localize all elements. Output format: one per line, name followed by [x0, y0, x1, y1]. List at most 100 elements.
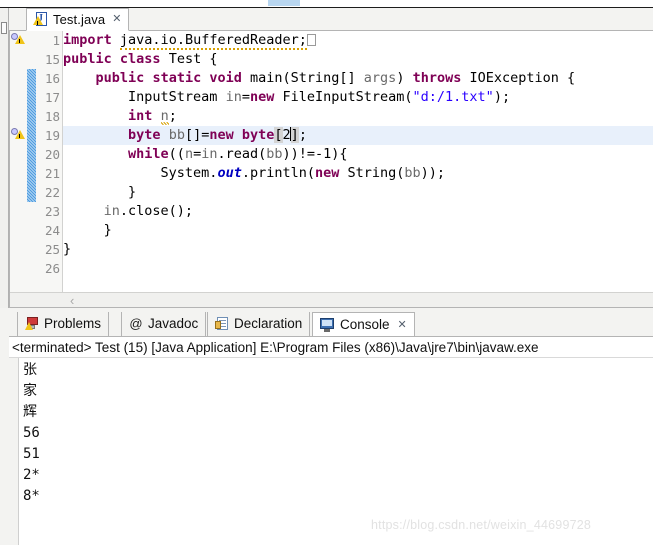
code-token: (( [168, 146, 185, 162]
code-line[interactable]: public static void main(String[] args) t… [63, 69, 576, 88]
console-output-line: 辉 [23, 404, 37, 420]
tab-label: Console [340, 316, 390, 332]
line-number: 23 [44, 204, 60, 219]
tab-problems[interactable]: Problems [17, 312, 110, 336]
code-token: while [128, 146, 169, 162]
code-token: static [152, 70, 202, 86]
code-line[interactable]: while((n=in.read(bb))!=-1){ [63, 145, 348, 164]
code-token: n [184, 146, 194, 162]
code-line[interactable]: } [63, 221, 112, 240]
code-line[interactable]: byte bb[]=new byte[2]; [63, 126, 307, 145]
line-number: 17 [44, 90, 60, 105]
bottom-view-stack: Problems @ Javadoc Declaration Console ✕ [9, 312, 653, 545]
window-top-strip [0, 0, 653, 8]
code-token: } [63, 184, 137, 200]
code-token: Test { [160, 51, 218, 67]
code-token: out [217, 165, 242, 181]
console-output-line: 51 [23, 446, 40, 462]
code-token: } [63, 241, 72, 257]
warning-marker-icon[interactable] [11, 127, 26, 142]
editor-tab-bar: J Test.java ✕ [9, 8, 653, 31]
java-file-warning-icon: J [33, 12, 48, 27]
line-number: 19 [44, 128, 60, 143]
code-text-area[interactable]: import java.io.BufferedReader; public cla… [63, 31, 653, 292]
scroll-left-icon[interactable]: ‹ [70, 294, 74, 307]
code-token: .read( [217, 146, 267, 162]
left-fast-view-rail[interactable] [0, 8, 9, 308]
code-token: bb [404, 165, 421, 181]
code-line[interactable]: } [63, 183, 136, 202]
code-token: in [225, 89, 242, 105]
code-token: in [103, 203, 120, 219]
code-token: bb [168, 127, 185, 143]
code-token: [ [274, 127, 283, 143]
annotation-ruler[interactable] [10, 31, 27, 292]
code-line[interactable]: } [63, 240, 71, 259]
code-token: []= [184, 127, 210, 143]
console-gutter [9, 358, 19, 545]
code-token: FileInputStream( [274, 89, 413, 105]
code-token: bb [266, 146, 283, 162]
code-token: String( [339, 165, 405, 181]
code-token: = [241, 89, 250, 105]
code-token: IOException { [461, 70, 576, 86]
code-token: int [128, 108, 153, 124]
console-output[interactable]: 张家辉 56 51 2* 8* [23, 360, 623, 507]
editor-horizontal-scrollbar[interactable]: ‹ [10, 292, 653, 308]
tab-console[interactable]: Console ✕ [312, 312, 415, 336]
tab-javadoc[interactable]: @ Javadoc [121, 312, 207, 336]
code-token: new [249, 89, 275, 105]
editor-tab-label: Test.java [53, 12, 106, 27]
code-line[interactable]: int n; [63, 107, 177, 126]
tab-declaration[interactable]: Declaration [207, 312, 311, 336]
bottom-view-tab-bar: Problems @ Javadoc Declaration Console ✕ [9, 312, 653, 336]
close-icon[interactable]: ✕ [398, 318, 407, 331]
line-number: 26 [44, 261, 60, 276]
code-line[interactable]: System.out.println(new String(bb)); [63, 164, 446, 183]
eclipse-window: J Test.java ✕ 1 15 16 17 18 19 20 21 22 … [0, 0, 653, 545]
code-token: n [160, 108, 169, 125]
code-line[interactable]: import java.io.BufferedReader; [63, 31, 316, 50]
console-icon [320, 317, 335, 332]
editor-gutter[interactable]: 1 15 16 17 18 19 20 21 22 23 24 25 26 [10, 31, 73, 292]
problems-icon [25, 317, 39, 331]
code-token: void [209, 70, 242, 86]
close-icon[interactable]: ✕ [112, 14, 121, 25]
warning-marker-icon[interactable] [11, 32, 26, 47]
console-process-header: <terminated> Test (15) [Java Application… [9, 337, 653, 358]
line-number: 24 [44, 223, 60, 238]
code-token: System. [63, 165, 218, 181]
code-token: import [63, 32, 112, 48]
console-output-line: 56 [23, 425, 40, 441]
line-number: 15 [44, 52, 60, 67]
console-panel[interactable]: <terminated> Test (15) [Java Application… [9, 336, 653, 545]
code-line[interactable]: InputStream in=new FileInputStream("d:/1… [63, 88, 510, 107]
line-number: 16 [44, 71, 60, 86]
code-token: "d:/1.txt" [412, 89, 494, 105]
code-line[interactable]: public class Test { [63, 50, 217, 69]
editor-tab-test-java[interactable]: J Test.java ✕ [26, 8, 130, 31]
line-number: 22 [44, 185, 60, 200]
collapsed-imports-box[interactable] [306, 34, 316, 46]
tab-label: Problems [44, 316, 102, 331]
code-token: ))!=-1){ [282, 146, 348, 162]
code-token: new [314, 165, 340, 181]
editor-bottom-border [9, 307, 653, 308]
restore-view-icon[interactable] [1, 22, 7, 34]
code-token: main(String[] [241, 70, 364, 86]
code-token: InputStream [63, 89, 226, 105]
console-output-line: 2* [23, 467, 40, 483]
java-editor[interactable]: 1 15 16 17 18 19 20 21 22 23 24 25 26 im… [9, 31, 653, 308]
code-token: ) [396, 70, 413, 86]
code-token: class [119, 51, 161, 67]
code-line[interactable]: in.close(); [63, 202, 193, 221]
line-number: 25 [44, 242, 60, 257]
